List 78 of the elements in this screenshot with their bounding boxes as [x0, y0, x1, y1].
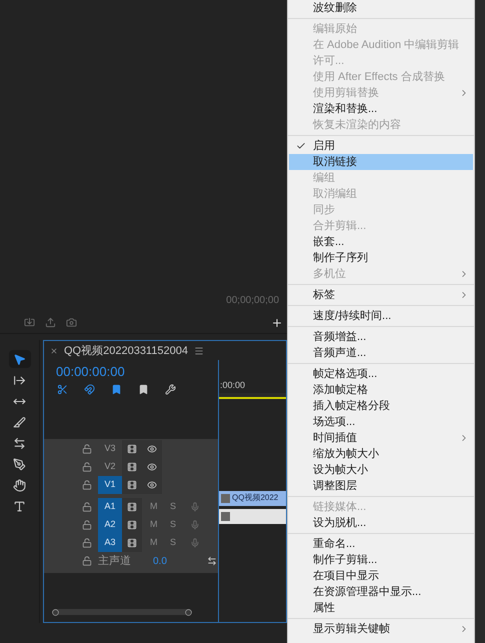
scroll-handle-icon[interactable] — [185, 608, 192, 616]
monitor-timecode: 00;00;00;00 — [226, 294, 279, 308]
audio-clip[interactable] — [219, 508, 286, 524]
eye-icon[interactable] — [147, 444, 157, 454]
menu-item[interactable]: 设为帧大小 — [289, 462, 473, 478]
slip-icon — [13, 436, 26, 450]
lock-icon[interactable] — [82, 444, 92, 454]
menu-item[interactable]: 制作子剪辑... — [289, 552, 473, 568]
hand-icon — [13, 478, 26, 492]
track-target-toggle[interactable]: A1 — [98, 498, 122, 516]
track-target-toggle[interactable]: V2 — [98, 458, 122, 476]
selection-arrow-tool[interactable] — [8, 350, 30, 368]
pen-icon — [13, 458, 26, 470]
sync-lock-icon[interactable] — [127, 444, 137, 454]
menu-item[interactable]: 启用 — [289, 138, 473, 154]
menu-item[interactable]: 音频声道... — [289, 345, 473, 361]
menu-item[interactable]: 调整图层 — [289, 478, 473, 494]
clip-name: QQ视频2022 — [232, 492, 278, 504]
video-clip[interactable]: QQ视频2022 — [219, 490, 286, 506]
menu-item[interactable]: 渲染和替换... — [289, 101, 473, 117]
razor-icon — [13, 416, 26, 428]
lock-icon[interactable] — [82, 538, 92, 548]
menu-item[interactable]: 设为脱机... — [289, 515, 473, 531]
menu-item[interactable]: 时间插值 — [289, 430, 473, 446]
lock-icon[interactable] — [82, 480, 92, 490]
menu-item[interactable]: 制作子序列 — [289, 250, 473, 266]
menu-item[interactable]: 音频增益... — [289, 329, 473, 345]
menu-item[interactable]: 帧定格选项... — [289, 366, 473, 382]
menu-icon[interactable] — [194, 346, 204, 356]
lift-icon[interactable] — [24, 317, 35, 328]
sync-lock-icon[interactable] — [127, 462, 137, 472]
eye-icon[interactable] — [147, 462, 157, 472]
extract-icon[interactable] — [45, 317, 56, 328]
sync-lock-icon[interactable] — [127, 502, 137, 512]
menu-item[interactable]: 插入帧定格分段 — [289, 398, 473, 414]
menu-item[interactable]: 显示剪辑关键帧 — [289, 621, 473, 637]
lock-icon[interactable] — [82, 556, 92, 566]
track-select-icon — [13, 374, 26, 386]
track-name: 主声道 — [98, 554, 131, 569]
settings-icon[interactable] — [165, 384, 176, 395]
timecode[interactable]: 00:00:00:00 — [56, 364, 218, 380]
menu-item[interactable]: 在项目中显示 — [289, 568, 473, 584]
menu-item[interactable]: 嵌套... — [289, 234, 473, 250]
sync-lock-icon[interactable] — [127, 520, 137, 530]
sync-lock-icon[interactable] — [127, 480, 137, 490]
scroll-handle-icon[interactable] — [52, 608, 59, 616]
check-icon — [296, 141, 306, 151]
menu-item[interactable]: 添加帧定格 — [289, 382, 473, 398]
menu-item[interactable]: 取消链接 — [289, 154, 473, 170]
track-target-toggle[interactable]: A3 — [98, 534, 122, 552]
ruler-time: :00:00 — [219, 379, 246, 392]
menu-item[interactable]: 重命名... — [289, 536, 473, 552]
type-icon — [13, 500, 26, 512]
track-target-toggle[interactable]: V3 — [98, 440, 122, 458]
lock-icon[interactable] — [82, 520, 92, 530]
sequence-tab[interactable]: QQ视频20220331152004 — [64, 342, 188, 360]
add-icon[interactable] — [271, 316, 283, 328]
track-target-toggle[interactable]: V1 — [98, 476, 122, 494]
marker-icon[interactable] — [138, 384, 149, 395]
menu-item[interactable]: 速度/持续时间... — [289, 308, 473, 324]
snap-icon[interactable] — [84, 384, 95, 395]
menu-item[interactable]: 标签 — [289, 287, 473, 303]
sync-lock-icon[interactable] — [127, 538, 137, 548]
fit-icon[interactable] — [206, 556, 217, 566]
camera-icon[interactable] — [66, 317, 77, 328]
track-target-toggle[interactable]: A2 — [98, 516, 122, 534]
zoom-scrollbar[interactable] — [52, 609, 192, 615]
menu-item[interactable]: 属性 — [289, 600, 473, 616]
menu-item[interactable]: 在资源管理器中显示... — [289, 584, 473, 600]
menu-item[interactable]: 波纹删除 — [289, 0, 473, 16]
eye-icon[interactable] — [147, 480, 157, 490]
selection-arrow-icon — [13, 352, 26, 366]
menu-item[interactable]: 场选项... — [289, 414, 473, 430]
close-icon[interactable] — [50, 347, 58, 355]
lock-icon[interactable] — [82, 502, 92, 512]
menu-item[interactable]: 缩放为帧大小 — [289, 446, 473, 462]
lock-icon[interactable] — [82, 462, 92, 472]
time-ruler[interactable] — [219, 392, 286, 398]
